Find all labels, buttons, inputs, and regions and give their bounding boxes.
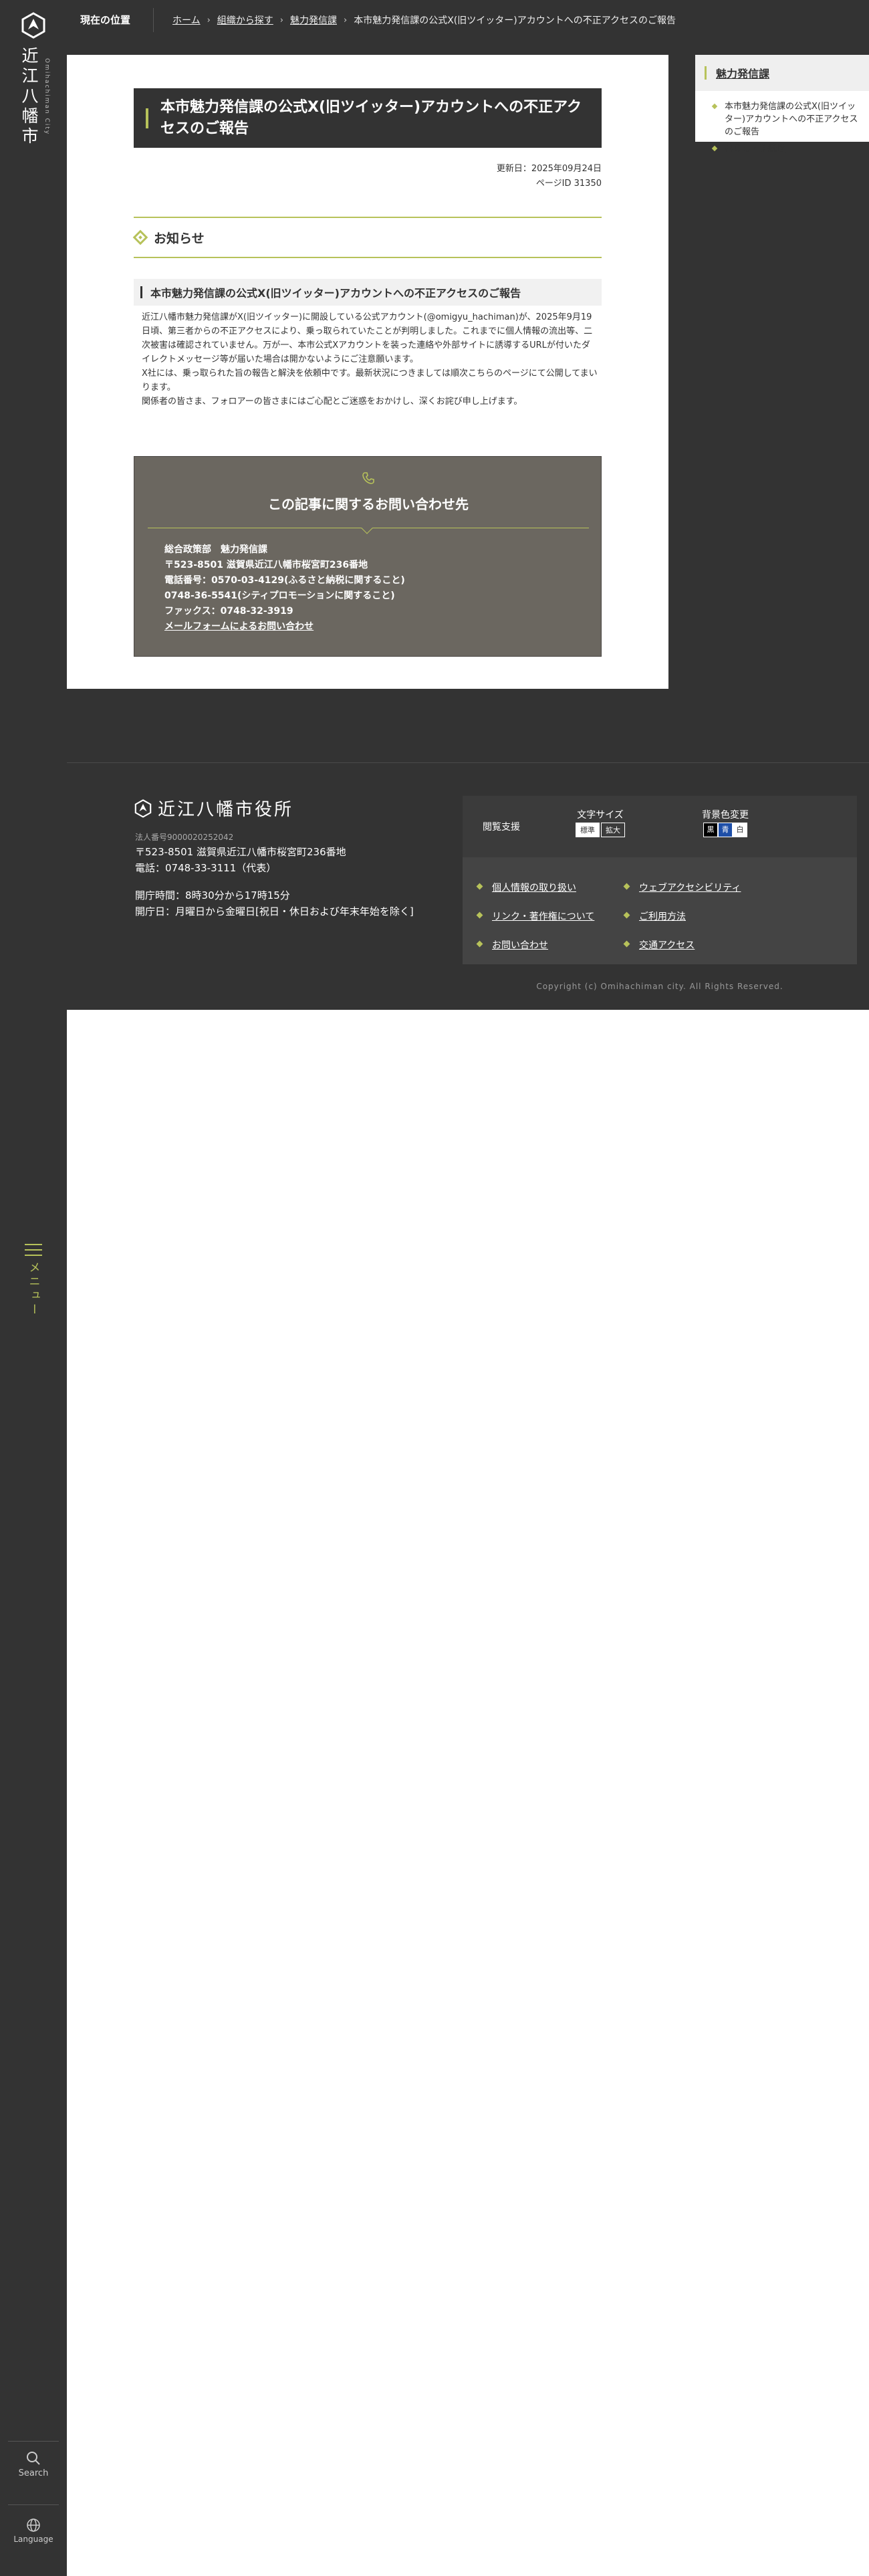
article-body: 近江八幡市魅力発信課がX(旧ツイッター)に開設している公式アカウント(@omig… <box>142 310 598 409</box>
copyright: Copyright (c) Omihachiman city. All Righ… <box>536 982 783 991</box>
footer-link-usage[interactable]: ご利用方法 <box>623 909 686 923</box>
browse-support-label: 閲覧支援 <box>483 822 520 833</box>
content-wrapper: 現在の位置 ホーム › 組織から探す › 魅力発信課 › 本市魅力発信課の公式X… <box>67 0 869 1010</box>
menu-button[interactable]: メニュー <box>17 1244 50 1317</box>
page-id: ページID 31350 <box>535 179 602 189</box>
sidebar: 近江八幡市 Omihachiman City メニュー Search Langu… <box>0 0 67 2576</box>
breadcrumb-home[interactable]: ホーム <box>172 13 201 27</box>
logo-kanji: 近江八幡市 <box>19 47 39 147</box>
footer-address-line: 〒523-8501 滋賀県近江八幡市桜宮町236番地 <box>135 846 346 858</box>
footer-links: 個人情報の取り扱い ウェブアクセシビリティ リンク・著作権について ご利用方法 … <box>463 857 857 964</box>
divider <box>8 2504 59 2505</box>
location-label: 現在の位置 <box>67 8 154 32</box>
contact-phone: 電話番号：0570-03-4129(ふるさと納税に関すること) <box>164 575 405 586</box>
breadcrumb-department[interactable]: 魅力発信課 <box>290 13 337 27</box>
updated-date: 更新日：2025年09月24日 <box>496 164 602 174</box>
logo-roman: Omihachiman City <box>43 58 50 136</box>
divider <box>8 2441 59 2442</box>
side-navigation: 魅力発信課 本市魅力発信課の公式X(旧ツイッター)アカウントへの不正アクセスのご… <box>695 55 869 154</box>
chevron-right-icon: › <box>344 15 348 25</box>
office-hours-days: 開庁日：月曜日から金曜日[祝日・休日および年末年始を除く] <box>135 905 414 918</box>
menu-label: メニュー <box>26 1261 40 1317</box>
chevron-right-icon: › <box>279 15 283 25</box>
footer-link-privacy[interactable]: 個人情報の取り扱い <box>476 881 576 894</box>
side-nav-item: 本市魅力発信課の公式X(旧ツイッター)アカウントへの不正アクセスのご報告 <box>713 100 858 138</box>
footer-logo-text: 近江八幡市役所 <box>158 800 294 820</box>
divider-notch <box>361 522 373 534</box>
chevron-right-icon: › <box>207 15 211 25</box>
language-button[interactable]: Language <box>0 2518 67 2544</box>
contact-box: この記事に関するお問い合わせ先 総合政策部 魅力発信課 〒523-8501 滋賀… <box>134 456 602 657</box>
footer-logo[interactable]: 近江八幡市役所 <box>134 796 293 821</box>
search-label: Search <box>18 2468 49 2478</box>
contact-heading: この記事に関するお問い合わせ先 <box>268 496 469 512</box>
city-emblem-icon <box>21 12 45 39</box>
footer-phone: 電話：0748-33-3111（代表） <box>135 862 277 874</box>
contact-fax: ファックス：0748-32-3919 <box>164 606 293 617</box>
contact-phone-2: 0748-36-5541(シティプロモーションに関すること) <box>164 591 395 601</box>
bg-color-group: 背景色変更 黒青白 <box>702 808 749 839</box>
divider <box>67 762 869 763</box>
side-nav-item: 暮らし・手続き <box>713 142 858 155</box>
contact-details: 総合政策部 魅力発信課 〒523-8501 滋賀県近江八幡市桜宮町236番地 電… <box>164 542 405 635</box>
font-size-label: 文字サイズ <box>577 810 624 821</box>
paragraph: 近江八幡市魅力発信課がX(旧ツイッター)に開設している公式アカウント(@omig… <box>142 312 593 364</box>
section-title: お知らせ <box>154 231 205 246</box>
diamond-icon <box>132 229 148 245</box>
city-emblem-icon <box>134 798 152 818</box>
breadcrumb: 現在の位置 ホーム › 組織から探す › 魅力発信課 › 本市魅力発信課の公式X… <box>67 0 869 40</box>
corporate-number: 法人番号9000020252042 <box>135 833 234 842</box>
font-size-group: 文字サイズ 標準 拡大 <box>575 808 626 839</box>
heading-bar <box>705 66 707 80</box>
footer-link-contact[interactable]: お問い合わせ <box>476 938 548 952</box>
breadcrumb-organization[interactable]: 組織から探す <box>217 13 273 27</box>
bg-white-button[interactable]: 白 <box>733 823 747 837</box>
font-large-button[interactable]: 拡大 <box>601 823 625 837</box>
footer-link-access[interactable]: 交通アクセス <box>623 938 695 952</box>
bg-color-label: 背景色変更 <box>702 810 749 821</box>
contact-address: 〒523-8501 滋賀県近江八幡市桜宮町236番地 <box>164 560 368 570</box>
office-hours-time: 開庁時間：8時30分から17時15分 <box>135 889 290 901</box>
main-content: 本市魅力発信課の公式X(旧ツイッター)アカウントへの不正アクセスのご報告 更新日… <box>67 55 668 689</box>
hamburger-icon <box>17 1244 50 1256</box>
section-heading: お知らせ <box>132 217 602 258</box>
footer-link-copyright[interactable]: リンク・著作権について <box>476 909 594 923</box>
search-icon <box>27 2452 40 2465</box>
site-logo[interactable]: 近江八幡市 Omihachiman City <box>15 12 52 147</box>
paragraph: 関係者の皆さま、フォロアーの皆さまにはご心配とご迷惑をおかけし、深くお詫び申し上… <box>142 397 523 407</box>
title-accent-bar <box>146 108 148 128</box>
heading-bar <box>140 286 142 298</box>
bg-blue-button[interactable]: 青 <box>718 823 733 837</box>
search-button[interactable]: Search <box>0 2451 67 2478</box>
globe-icon <box>27 2518 40 2532</box>
bg-black-button[interactable]: 黒 <box>703 823 718 837</box>
font-standard-button[interactable]: 標準 <box>576 823 600 837</box>
contact-department: 総合政策部 魅力発信課 <box>164 544 267 555</box>
page-meta: 更新日：2025年09月24日 ページID 31350 <box>497 162 602 191</box>
page-title-box: 本市魅力発信課の公式X(旧ツイッター)アカウントへの不正アクセスのご報告 <box>134 88 602 148</box>
page-title: 本市魅力発信課の公式X(旧ツイッター)アカウントへの不正アクセスのご報告 <box>160 98 582 137</box>
footer-address: 〒523-8501 滋賀県近江八幡市桜宮町236番地 電話：0748-33-31… <box>135 844 346 876</box>
footer-link-accessibility[interactable]: ウェブアクセシビリティ <box>623 881 741 894</box>
side-nav-title-link[interactable]: 魅力発信課 <box>716 65 769 81</box>
side-nav-current: 本市魅力発信課の公式X(旧ツイッター)アカウントへの不正アクセスのご報告 <box>725 102 858 137</box>
article-heading: 本市魅力発信課の公式X(旧ツイッター)アカウントへの不正アクセスのご報告 <box>134 279 602 306</box>
language-label: Language <box>13 2535 53 2544</box>
paragraph: X社には、乗っ取られた旨の報告と解決を依頼中です。最新状況につきましては順次こち… <box>142 368 598 393</box>
office-hours: 開庁時間：8時30分から17時15分 開庁日：月曜日から金曜日[祝日・休日および… <box>135 887 414 920</box>
side-nav-heading: 魅力発信課 <box>695 55 869 91</box>
side-nav-link[interactable]: 暮らし・手続き <box>725 144 785 154</box>
breadcrumb-current: 本市魅力発信課の公式X(旧ツイッター)アカウントへの不正アクセスのご報告 <box>354 15 676 26</box>
contact-mail-link[interactable]: メールフォームによるお問い合わせ <box>164 621 314 632</box>
article-heading-text: 本市魅力発信課の公式X(旧ツイッター)アカウントへの不正アクセスのご報告 <box>150 287 521 300</box>
phone-icon <box>362 472 374 484</box>
accessibility-panel: 閲覧支援 文字サイズ 標準 拡大 背景色変更 黒青白 <box>463 796 857 857</box>
